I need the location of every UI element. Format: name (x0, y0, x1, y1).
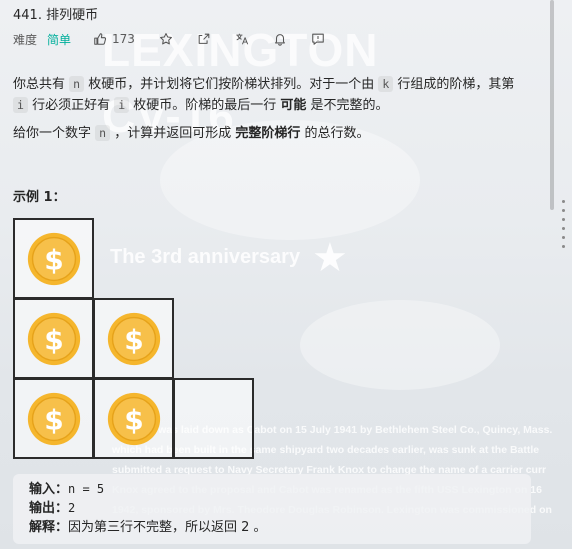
problem-meta-bar: 难度 简单 173 (13, 30, 325, 48)
example-output-line: 输出：2 (29, 501, 76, 516)
coin-icon: $ (27, 392, 80, 445)
problem-panel: 441. 排列硬币 难度 简单 173 你总共有 n 枚硬币，并计划将它们按阶梯… (0, 0, 572, 549)
star-icon (159, 33, 172, 45)
like-count: 173 (112, 32, 135, 46)
coin-icon: $ (107, 392, 160, 445)
difficulty-label: 难度 (13, 32, 38, 47)
coin-icon: $ (107, 312, 160, 365)
translate-button[interactable] (235, 32, 249, 46)
staircase-cell: $ (13, 298, 94, 379)
feedback-icon (312, 33, 324, 45)
like-button[interactable]: 173 (93, 32, 135, 46)
coin-icon: $ (27, 232, 80, 285)
inline-code: i (13, 97, 28, 113)
vertical-scrollbar[interactable] (550, 0, 554, 210)
inline-code: n (69, 76, 85, 92)
example-input-value: n = 5 (68, 482, 105, 496)
svg-text:$: $ (44, 403, 63, 436)
staircase-cell: $ (13, 218, 94, 299)
inline-code: n (95, 125, 111, 141)
feedback-button[interactable] (311, 32, 325, 46)
example-explanation-line: 解释：因为第三行不完整，所以返回 2 。 (29, 520, 267, 535)
emphasis-text: 可能 (280, 98, 307, 113)
description-paragraph-1: 你总共有 n 枚硬币，并计划将它们按阶梯状排列。对于一个由 k 行组成的阶梯，其… (13, 76, 515, 113)
example-input-line: 输入：n = 5 (29, 482, 105, 497)
svg-text:$: $ (44, 243, 63, 276)
staircase-cell: $ (93, 378, 174, 459)
coin-icon: $ (27, 312, 80, 365)
description-paragraph-2: 给你一个数字 n ，计算并返回可形成 完整阶梯行 的总行数。 (13, 125, 370, 141)
notify-button[interactable] (273, 32, 287, 46)
svg-text:$: $ (124, 403, 143, 436)
problem-title: 441. 排列硬币 (13, 8, 99, 23)
svg-text:$: $ (44, 323, 63, 356)
share-button[interactable] (197, 32, 211, 46)
share-icon (198, 33, 210, 44)
staircase-cell: $ (13, 378, 94, 459)
example-output-value: 2 (68, 501, 76, 515)
thumbs-up-icon (94, 33, 107, 45)
inline-code: i (114, 97, 130, 113)
staircase-cell-empty (173, 378, 254, 459)
example-explanation-text: 因为第三行不完整，所以返回 2 。 (68, 520, 267, 535)
translate-icon (236, 33, 249, 45)
svg-text:$: $ (124, 323, 143, 356)
coin-staircase-figure: $ $ $ $ $ (13, 218, 256, 461)
favorite-button[interactable] (159, 32, 173, 46)
resize-handle[interactable] (562, 200, 566, 248)
staircase-cell: $ (93, 298, 174, 379)
example-title: 示例 1： (13, 190, 66, 205)
difficulty-badge: 简单 (47, 32, 72, 47)
inline-code: k (378, 76, 394, 92)
bell-icon (275, 34, 285, 46)
emphasis-text: 完整阶梯行 (235, 126, 301, 141)
